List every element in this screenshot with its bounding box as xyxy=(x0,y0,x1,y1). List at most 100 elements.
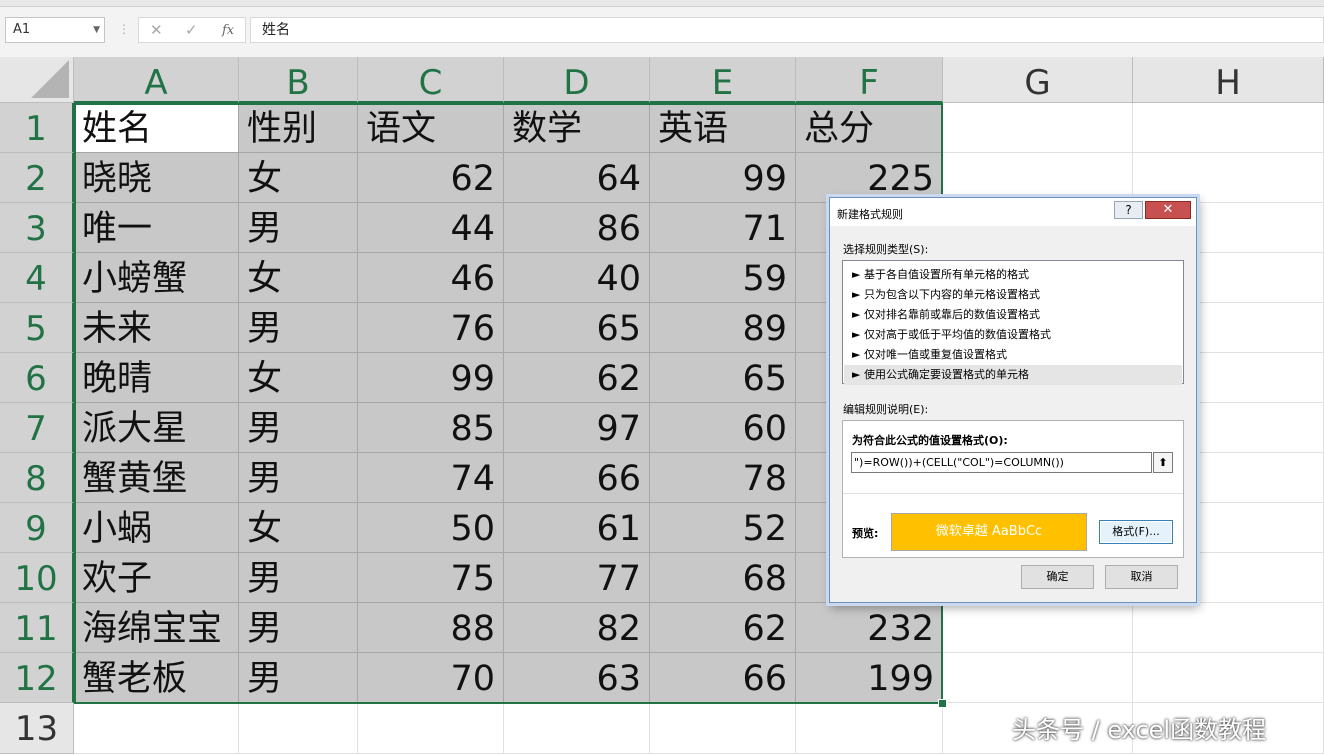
cell-b7[interactable]: 男 xyxy=(239,403,358,453)
row-header-2[interactable]: 2 xyxy=(0,153,74,203)
cell-b10[interactable]: 男 xyxy=(239,553,358,603)
cell-d13[interactable] xyxy=(504,703,650,754)
cell-b5[interactable]: 男 xyxy=(239,303,358,353)
cell-a13[interactable] xyxy=(74,703,239,754)
cell-e7[interactable]: 60 xyxy=(650,403,796,453)
cell-a3[interactable]: 唯一 xyxy=(74,203,239,253)
cell-e11[interactable]: 62 xyxy=(650,603,796,653)
column-header-c[interactable]: C xyxy=(358,57,504,103)
cell-a9[interactable]: 小蜗 xyxy=(74,503,239,553)
column-header-e[interactable]: E xyxy=(650,57,796,103)
rule-type-item[interactable]: ► 仅对唯一值或重复值设置格式 xyxy=(844,345,1182,365)
row-header-12[interactable]: 12 xyxy=(0,653,74,703)
header-cell-b[interactable]: 性别 xyxy=(239,103,358,153)
cell-d8[interactable]: 66 xyxy=(504,453,650,503)
column-header-g[interactable]: G xyxy=(943,57,1133,103)
cell-d6[interactable]: 62 xyxy=(504,353,650,403)
cell-f11[interactable]: 232 xyxy=(796,603,943,653)
cell-a12[interactable]: 蟹老板 xyxy=(74,653,239,703)
rule-type-item[interactable]: ► 基于各自值设置所有单元格的格式 xyxy=(844,265,1182,285)
header-cell-a[interactable]: 姓名 xyxy=(74,103,239,153)
rule-type-item[interactable]: ► 仅对排名靠前或靠后的数值设置格式 xyxy=(844,305,1182,325)
cell-e13[interactable] xyxy=(650,703,796,754)
cancel-button[interactable]: 取消 xyxy=(1105,565,1178,589)
dialog-titlebar[interactable]: 新建格式规则 ? ✕ xyxy=(830,198,1196,226)
cell-e5[interactable]: 89 xyxy=(650,303,796,353)
cell-e12[interactable]: 66 xyxy=(650,653,796,703)
cell-e6[interactable]: 65 xyxy=(650,353,796,403)
insert-function-icon[interactable]: fx xyxy=(222,23,234,38)
header-cell-c[interactable]: 语文 xyxy=(358,103,504,153)
collapse-dialog-button[interactable]: ⬆ xyxy=(1153,452,1173,473)
cell-b2[interactable]: 女 xyxy=(239,153,358,203)
select-all-button[interactable] xyxy=(0,57,74,103)
cell-a8[interactable]: 蟹黄堡 xyxy=(74,453,239,503)
cell-d7[interactable]: 97 xyxy=(504,403,650,453)
enter-icon[interactable]: ✓ xyxy=(185,21,198,39)
column-header-h[interactable]: H xyxy=(1133,57,1324,103)
cell-a4[interactable]: 小螃蟹 xyxy=(74,253,239,303)
cell-a5[interactable]: 未来 xyxy=(74,303,239,353)
cell-h2[interactable] xyxy=(1133,153,1324,203)
column-header-a[interactable]: A xyxy=(74,57,239,103)
cell-c2[interactable]: 62 xyxy=(358,153,504,203)
fill-handle[interactable] xyxy=(938,699,947,708)
column-header-f[interactable]: F xyxy=(796,57,943,103)
format-button[interactable]: 格式(F)... xyxy=(1099,520,1173,544)
row-header-4[interactable]: 4 xyxy=(0,253,74,303)
cell-c4[interactable]: 46 xyxy=(358,253,504,303)
cell-c6[interactable]: 99 xyxy=(358,353,504,403)
cell-b8[interactable]: 男 xyxy=(239,453,358,503)
cell-c12[interactable]: 70 xyxy=(358,653,504,703)
rule-type-list[interactable]: ► 基于各自值设置所有单元格的格式 ► 只为包含以下内容的单元格设置格式 ► 仅对排… xyxy=(842,260,1184,385)
row-header-9[interactable]: 9 xyxy=(0,503,74,553)
cell-g11[interactable] xyxy=(943,603,1133,653)
column-header-d[interactable]: D xyxy=(504,57,650,103)
cell-e8[interactable]: 78 xyxy=(650,453,796,503)
cancel-icon[interactable]: ✕ xyxy=(150,21,163,39)
cell-c7[interactable]: 85 xyxy=(358,403,504,453)
cell-b3[interactable]: 男 xyxy=(239,203,358,253)
rule-type-item[interactable]: ► 使用公式确定要设置格式的单元格 xyxy=(844,365,1182,385)
cell-e10[interactable]: 68 xyxy=(650,553,796,603)
close-button[interactable]: ✕ xyxy=(1145,201,1191,219)
row-header-5[interactable]: 5 xyxy=(0,303,74,353)
cell-g12[interactable] xyxy=(943,653,1133,703)
row-header-11[interactable]: 11 xyxy=(0,603,74,653)
cell-b13[interactable] xyxy=(239,703,358,754)
cell-a7[interactable]: 派大星 xyxy=(74,403,239,453)
cell-e9[interactable]: 52 xyxy=(650,503,796,553)
cell-d11[interactable]: 82 xyxy=(504,603,650,653)
cell-b9[interactable]: 女 xyxy=(239,503,358,553)
formula-field[interactable]: ")=ROW())+(CELL("COL")=COLUMN()) xyxy=(851,452,1152,473)
cell-e4[interactable]: 59 xyxy=(650,253,796,303)
cell-b6[interactable]: 女 xyxy=(239,353,358,403)
formula-input[interactable]: 姓名 xyxy=(250,17,1324,43)
cell-c5[interactable]: 76 xyxy=(358,303,504,353)
header-cell-f[interactable]: 总分 xyxy=(796,103,943,153)
rule-type-item[interactable]: ► 只为包含以下内容的单元格设置格式 xyxy=(844,285,1182,305)
row-header-3[interactable]: 3 xyxy=(0,203,74,253)
cell-b11[interactable]: 男 xyxy=(239,603,358,653)
cell-c8[interactable]: 74 xyxy=(358,453,504,503)
row-header-1[interactable]: 1 xyxy=(0,103,74,153)
help-button[interactable]: ? xyxy=(1114,201,1143,219)
name-box[interactable]: A1 ▼ xyxy=(5,17,105,43)
column-header-b[interactable]: B xyxy=(239,57,358,103)
cell-d3[interactable]: 86 xyxy=(504,203,650,253)
ok-button[interactable]: 确定 xyxy=(1021,565,1094,589)
cell-d5[interactable]: 65 xyxy=(504,303,650,353)
cell-b12[interactable]: 男 xyxy=(239,653,358,703)
row-header-6[interactable]: 6 xyxy=(0,353,74,403)
row-header-10[interactable]: 10 xyxy=(0,553,74,603)
cell-f12[interactable]: 199 xyxy=(796,653,943,703)
rule-type-item[interactable]: ► 仅对高于或低于平均值的数值设置格式 xyxy=(844,325,1182,345)
cell-f13[interactable] xyxy=(796,703,943,754)
cell-d2[interactable]: 64 xyxy=(504,153,650,203)
row-header-7[interactable]: 7 xyxy=(0,403,74,453)
cell-d9[interactable]: 61 xyxy=(504,503,650,553)
cell-a10[interactable]: 欢子 xyxy=(74,553,239,603)
chevron-down-icon[interactable]: ▼ xyxy=(93,18,100,42)
cell-e3[interactable]: 71 xyxy=(650,203,796,253)
row-header-13[interactable]: 13 xyxy=(0,703,74,754)
